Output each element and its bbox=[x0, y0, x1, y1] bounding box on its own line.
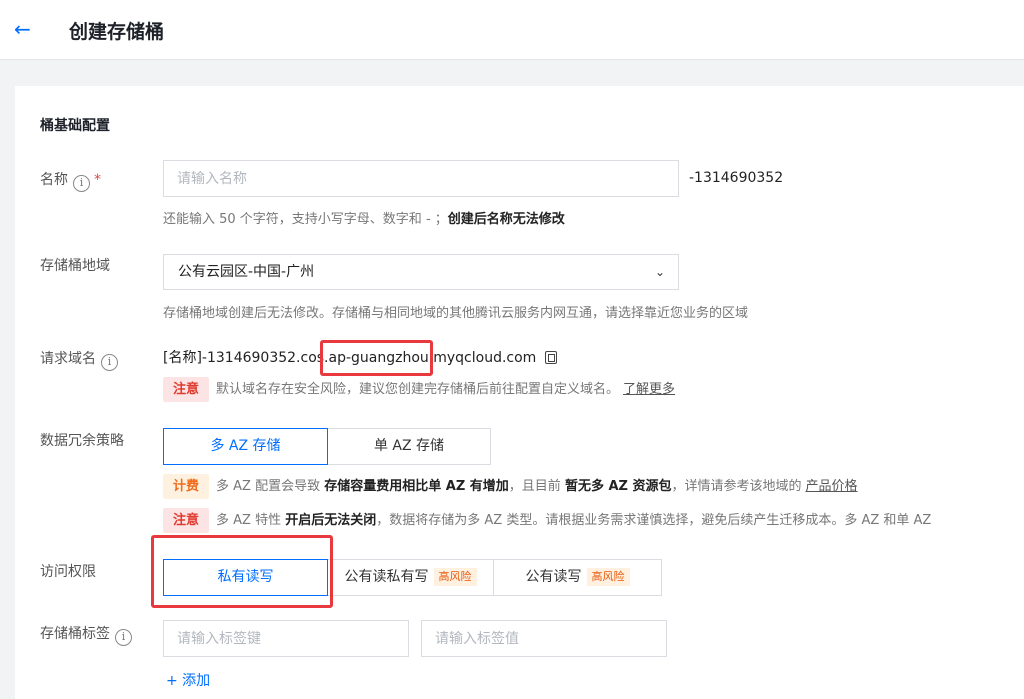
note-text: 多 AZ 特性 bbox=[216, 513, 282, 528]
name-label-text: 名称 bbox=[40, 172, 68, 188]
domain-label-text: 请求域名 bbox=[40, 351, 96, 367]
info-icon[interactable]: i bbox=[73, 175, 90, 192]
fee-text: ，且目前 bbox=[508, 479, 561, 494]
option-label: 公有读写 bbox=[525, 569, 582, 585]
tag-value-input[interactable] bbox=[421, 620, 667, 657]
access-label: 访问权限 bbox=[40, 564, 96, 580]
warning-tag: 注意 bbox=[163, 508, 210, 533]
name-label: 名称 i * bbox=[40, 169, 101, 192]
section-title: 桶基础配置 bbox=[40, 118, 110, 134]
name-hint-bold: 创建后名称无法修改 bbox=[447, 212, 565, 227]
info-icon[interactable]: i bbox=[115, 629, 132, 646]
fee-text: ，详情请参考该地域的 bbox=[671, 479, 802, 494]
public-rw-option[interactable]: 公有读写 高风险 bbox=[493, 559, 662, 596]
name-input[interactable] bbox=[163, 160, 679, 197]
region-label: 存储桶地域 bbox=[40, 258, 110, 274]
bucket-tag-label-text: 存储桶标签 bbox=[40, 626, 110, 642]
fee-bold: 存储容量费用相比单 AZ 有增加 bbox=[324, 479, 509, 494]
domain-prefix: [名称]-1314690352.cos. bbox=[163, 350, 329, 366]
tag-key-input[interactable] bbox=[163, 620, 409, 657]
fee-bold: 暂无多 AZ 资源包 bbox=[564, 479, 672, 494]
info-icon[interactable]: i bbox=[101, 354, 118, 371]
bucket-tag-label: 存储桶标签 i bbox=[40, 623, 132, 646]
multi-az-option[interactable]: 多 AZ 存储 bbox=[163, 428, 328, 465]
high-risk-badge: 高风险 bbox=[433, 568, 477, 586]
learn-more-link[interactable]: 了解更多 bbox=[623, 382, 675, 397]
top-bar: ← 创建存储桶 bbox=[0, 0, 1024, 60]
page-title: 创建存储桶 bbox=[69, 21, 165, 43]
region-hint: 存储桶地域创建后无法修改。存储桶与相同地域的其他腾讯云服务内网互通，请选择靠近您… bbox=[163, 306, 749, 321]
warning-tag: 注意 bbox=[163, 377, 210, 402]
note-bold: 开启后无法关闭 bbox=[285, 513, 377, 528]
domain-label: 请求域名 i bbox=[40, 348, 118, 371]
domain-warning-text: 默认域名存在安全风险，建议您创建完存储桶后前往配置自定义域名。 bbox=[216, 382, 620, 397]
copy-icon[interactable] bbox=[545, 351, 558, 364]
name-hint-text: 还能输入 50 个字符，支持小写字母、数字和 - ； bbox=[163, 212, 448, 227]
private-rw-option[interactable]: 私有读写 bbox=[163, 559, 328, 596]
option-label: 公有读私有写 bbox=[344, 569, 429, 585]
public-read-private-write-option[interactable]: 公有读私有写 高风险 bbox=[327, 559, 494, 596]
chevron-down-icon: ⌄ bbox=[654, 265, 665, 279]
single-az-option[interactable]: 单 AZ 存储 bbox=[327, 428, 491, 465]
region-select-value: 公有云园区-中国-广州 bbox=[178, 264, 315, 280]
product-price-link[interactable]: 产品价格 bbox=[806, 479, 858, 494]
note-text: ，数据将存储为多 AZ 类型。请根据业务需求谨慎选择，避免后续产生迁移成本。多 … bbox=[376, 513, 932, 528]
fee-text: 多 AZ 配置会导致 bbox=[216, 479, 321, 494]
multi-az-note: 注意多 AZ 特性 开启后无法关闭，数据将存储为多 AZ 类型。请根据业务需求谨… bbox=[163, 508, 931, 533]
back-arrow-icon[interactable]: ← bbox=[14, 18, 34, 40]
fee-tag: 计费 bbox=[163, 474, 210, 499]
name-hint: 还能输入 50 个字符，支持小写字母、数字和 - ；创建后名称无法修改 bbox=[163, 208, 565, 227]
required-mark: * bbox=[94, 172, 101, 188]
region-select[interactable]: 公有云园区-中国-广州 ⌄ bbox=[163, 254, 679, 290]
name-suffix: -1314690352 bbox=[689, 170, 784, 186]
fee-note: 计费多 AZ 配置会导致 存储容量费用相比单 AZ 有增加，且目前 暂无多 AZ… bbox=[163, 474, 858, 499]
high-risk-badge: 高风险 bbox=[586, 568, 630, 586]
option-label: 私有读写 bbox=[217, 569, 274, 585]
redundancy-label: 数据冗余策略 bbox=[40, 433, 124, 449]
add-tag-button[interactable]: + 添加 bbox=[166, 670, 210, 690]
domain-suffix: myqcloud.com bbox=[433, 350, 537, 366]
domain-warning: 注意 默认域名存在安全风险，建议您创建完存储桶后前往配置自定义域名。 了解更多 bbox=[163, 377, 675, 402]
highlight-box-region bbox=[320, 340, 433, 376]
